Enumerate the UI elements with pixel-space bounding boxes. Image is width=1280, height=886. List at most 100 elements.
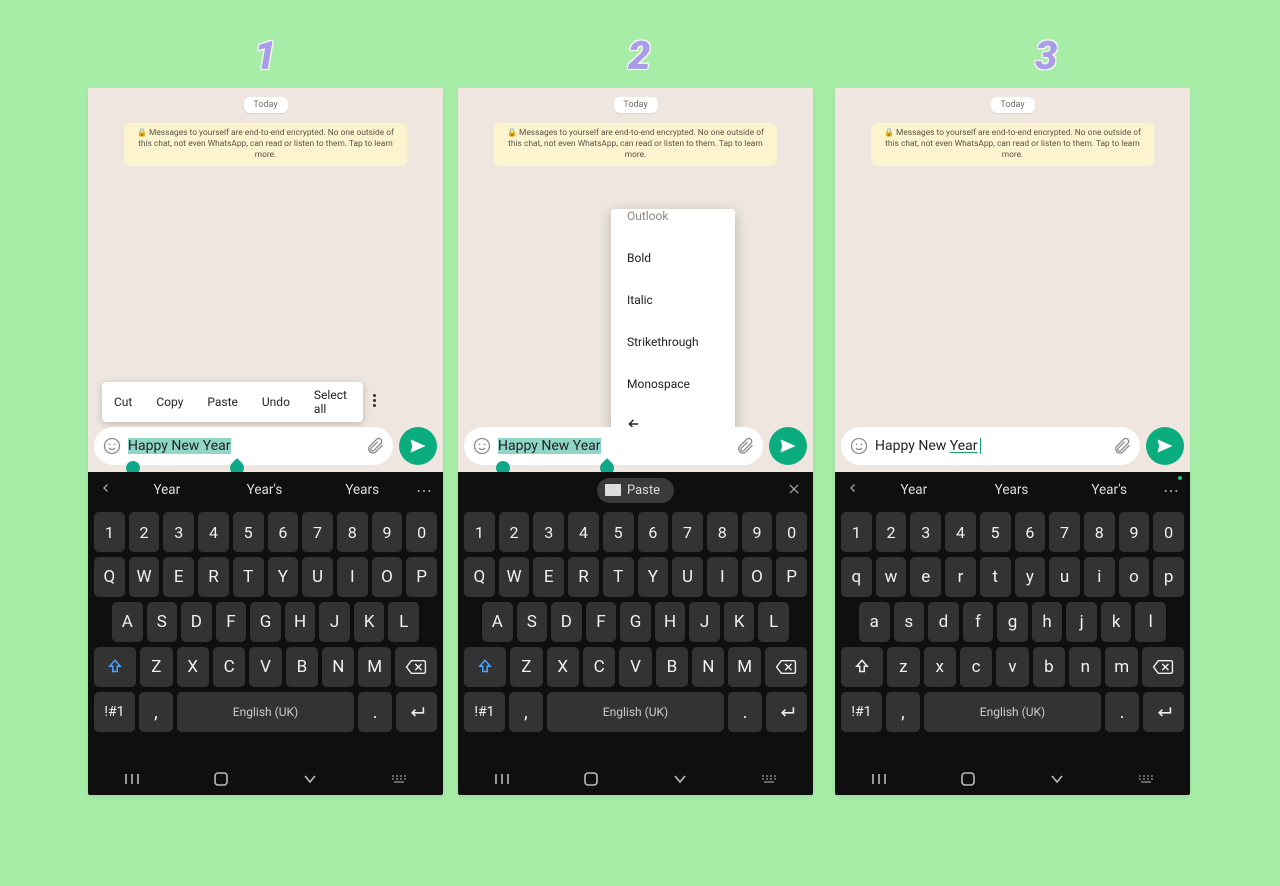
- enter-key[interactable]: [766, 692, 807, 732]
- key-c[interactable]: C: [213, 647, 245, 687]
- key-a[interactable]: a: [859, 602, 890, 642]
- copy-button[interactable]: Copy: [144, 395, 195, 409]
- close-icon[interactable]: [787, 481, 801, 500]
- key-r[interactable]: R: [568, 557, 599, 597]
- message-input[interactable]: Happy New Year: [841, 427, 1140, 465]
- key-t[interactable]: T: [233, 557, 264, 597]
- attach-icon[interactable]: [735, 436, 755, 456]
- key-y[interactable]: Y: [268, 557, 299, 597]
- key-o[interactable]: O: [742, 557, 773, 597]
- nav-back-icon[interactable]: [665, 773, 695, 785]
- key-1[interactable]: 1: [841, 512, 872, 552]
- key-9[interactable]: 9: [1119, 512, 1150, 552]
- key-z[interactable]: z: [887, 647, 919, 687]
- key-s[interactable]: S: [517, 602, 548, 642]
- key-k[interactable]: K: [724, 602, 755, 642]
- keyboard-switch-icon[interactable]: [1131, 773, 1161, 785]
- nav-back-icon[interactable]: [295, 773, 325, 785]
- attach-icon[interactable]: [365, 436, 385, 456]
- key-g[interactable]: G: [620, 602, 651, 642]
- key-e[interactable]: E: [163, 557, 194, 597]
- key-c[interactable]: C: [583, 647, 615, 687]
- key-p[interactable]: P: [776, 557, 807, 597]
- key-3[interactable]: 3: [163, 512, 194, 552]
- key-h[interactable]: H: [655, 602, 686, 642]
- key-5[interactable]: 5: [603, 512, 634, 552]
- key-m[interactable]: m: [1105, 647, 1137, 687]
- enter-key[interactable]: [396, 692, 437, 732]
- key-l[interactable]: L: [388, 602, 419, 642]
- key-9[interactable]: 9: [742, 512, 773, 552]
- key-j[interactable]: j: [1066, 602, 1097, 642]
- period-key[interactable]: .: [358, 692, 392, 732]
- symbols-key[interactable]: !#1: [464, 692, 505, 732]
- attach-icon[interactable]: [1112, 436, 1132, 456]
- key-i[interactable]: i: [1084, 557, 1115, 597]
- undo-button[interactable]: Undo: [250, 395, 302, 409]
- chevron-left-icon[interactable]: [96, 482, 116, 498]
- comma-key[interactable]: ,: [886, 692, 920, 732]
- key-a[interactable]: A: [112, 602, 143, 642]
- key-b[interactable]: B: [656, 647, 688, 687]
- menu-item-outlook[interactable]: Outlook: [611, 209, 735, 237]
- key-q[interactable]: q: [841, 557, 872, 597]
- key-7[interactable]: 7: [302, 512, 333, 552]
- send-button[interactable]: [1146, 427, 1184, 465]
- key-f[interactable]: F: [586, 602, 617, 642]
- encryption-notice[interactable]: 🔒Messages to yourself are end-to-end enc…: [494, 123, 777, 166]
- period-key[interactable]: .: [728, 692, 762, 732]
- key-u[interactable]: U: [672, 557, 703, 597]
- key-o[interactable]: o: [1119, 557, 1150, 597]
- key-4[interactable]: 4: [945, 512, 976, 552]
- key-8[interactable]: 8: [707, 512, 738, 552]
- key-x[interactable]: x: [924, 647, 956, 687]
- key-l[interactable]: l: [1135, 602, 1166, 642]
- space-key[interactable]: English (UK): [177, 692, 354, 732]
- key-3[interactable]: 3: [533, 512, 564, 552]
- key-y[interactable]: Y: [638, 557, 669, 597]
- emoji-icon[interactable]: [472, 436, 492, 456]
- key-g[interactable]: G: [250, 602, 281, 642]
- symbols-key[interactable]: !#1: [94, 692, 135, 732]
- suggestion-1[interactable]: Year: [120, 482, 214, 498]
- suggestion-1[interactable]: Year: [867, 482, 961, 498]
- key-f[interactable]: f: [963, 602, 994, 642]
- nav-recents-icon[interactable]: [864, 772, 894, 786]
- key-m[interactable]: M: [358, 647, 390, 687]
- key-7[interactable]: 7: [1049, 512, 1080, 552]
- key-s[interactable]: s: [894, 602, 925, 642]
- key-4[interactable]: 4: [568, 512, 599, 552]
- key-e[interactable]: E: [533, 557, 564, 597]
- key-2[interactable]: 2: [876, 512, 907, 552]
- key-f[interactable]: F: [216, 602, 247, 642]
- key-g[interactable]: g: [997, 602, 1028, 642]
- key-q[interactable]: Q: [464, 557, 495, 597]
- key-7[interactable]: 7: [672, 512, 703, 552]
- key-u[interactable]: u: [1049, 557, 1080, 597]
- key-3[interactable]: 3: [910, 512, 941, 552]
- more-options-button[interactable]: [359, 392, 390, 413]
- key-k[interactable]: K: [354, 602, 385, 642]
- key-1[interactable]: 1: [464, 512, 495, 552]
- encryption-notice[interactable]: 🔒Messages to yourself are end-to-end enc…: [124, 123, 407, 166]
- message-input[interactable]: Happy New Year: [464, 427, 763, 465]
- key-n[interactable]: N: [692, 647, 724, 687]
- key-d[interactable]: D: [551, 602, 582, 642]
- comma-key[interactable]: ,: [509, 692, 543, 732]
- space-key[interactable]: English (UK): [924, 692, 1101, 732]
- suggestion-more-icon[interactable]: ⋯: [1160, 481, 1182, 500]
- key-4[interactable]: 4: [198, 512, 229, 552]
- key-8[interactable]: 8: [1084, 512, 1115, 552]
- key-p[interactable]: P: [406, 557, 437, 597]
- key-d[interactable]: D: [181, 602, 212, 642]
- key-5[interactable]: 5: [233, 512, 264, 552]
- key-0[interactable]: 0: [406, 512, 437, 552]
- key-b[interactable]: B: [286, 647, 318, 687]
- key-m[interactable]: M: [728, 647, 760, 687]
- enter-key[interactable]: [1143, 692, 1184, 732]
- suggestion-3[interactable]: Years: [315, 482, 409, 498]
- nav-home-icon[interactable]: [953, 771, 983, 787]
- send-button[interactable]: [769, 427, 807, 465]
- key-6[interactable]: 6: [268, 512, 299, 552]
- send-button[interactable]: [399, 427, 437, 465]
